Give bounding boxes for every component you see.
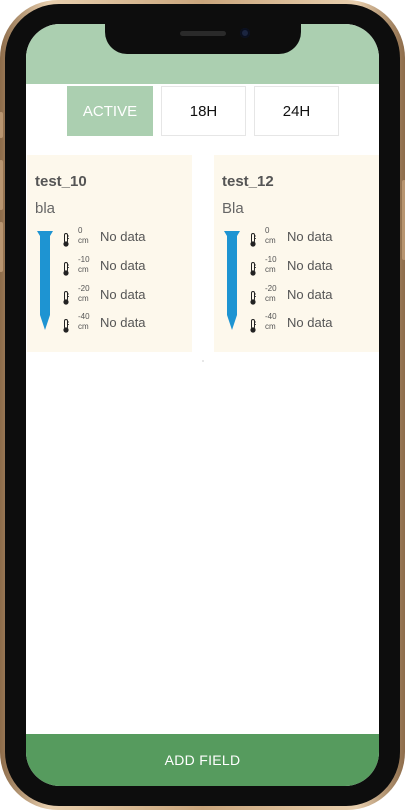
reading-value: No data [100,287,146,302]
thermometer-icon [63,291,69,305]
depth-label: -40 cm [265,312,277,331]
reading-row: 0 cm No data [62,226,192,251]
depth-label: -10 cm [78,255,90,274]
reading-row: -40 cm No data [249,312,379,337]
mute-switch [0,112,3,138]
sensor-probe-icon [224,231,240,330]
speaker [180,31,226,36]
reading-row: -20 cm No data [62,284,192,309]
field-card[interactable]: test_10 bla 0 cm No data -10 cm No data -2… [27,155,192,352]
thermometer-icon [63,262,69,276]
volume-down-button [0,222,3,272]
reading-row: -20 cm No data [249,284,379,309]
field-description: Bla [222,200,244,217]
field-name: test_10 [35,173,87,190]
reading-value: No data [287,315,333,330]
field-card[interactable]: test_12 Bla 0 cm No data -10 cm No data -2… [214,155,379,352]
reading-value: No data [100,229,146,244]
field-name: test_12 [222,173,274,190]
depth-label: -40 cm [78,312,90,331]
reading-row: 0 cm No data [249,226,379,251]
app-screen: ACTIVE 18H 24H test_10 bla 0 cm No data -… [26,24,379,786]
front-camera [240,28,250,38]
volume-up-button [0,160,3,210]
depth-label: 0 cm [265,226,276,245]
tab-18h[interactable]: 18H [161,86,246,136]
reading-row: -10 cm No data [62,255,192,280]
depth-label: 0 cm [78,226,89,245]
thermometer-icon [250,233,256,247]
field-description: bla [35,200,56,217]
reading-value: No data [100,315,146,330]
add-field-button[interactable]: ADD FIELD [26,734,379,786]
reading-value: No data [287,258,333,273]
notch [105,24,301,54]
depth-label: -20 cm [78,284,90,303]
reading-row: -10 cm No data [249,255,379,280]
sensor-probe-icon [37,231,53,330]
tab-active[interactable]: ACTIVE [67,86,153,136]
pager-dot [202,360,204,362]
thermometer-icon [63,233,69,247]
reading-value: No data [100,258,146,273]
thermometer-icon [250,262,256,276]
thermometer-icon [250,319,256,333]
reading-row: -40 cm No data [62,312,192,337]
depth-label: -10 cm [265,255,277,274]
reading-value: No data [287,229,333,244]
thermometer-icon [250,291,256,305]
reading-value: No data [287,287,333,302]
tab-24h[interactable]: 24H [254,86,339,136]
depth-label: -20 cm [265,284,277,303]
thermometer-icon [63,319,69,333]
